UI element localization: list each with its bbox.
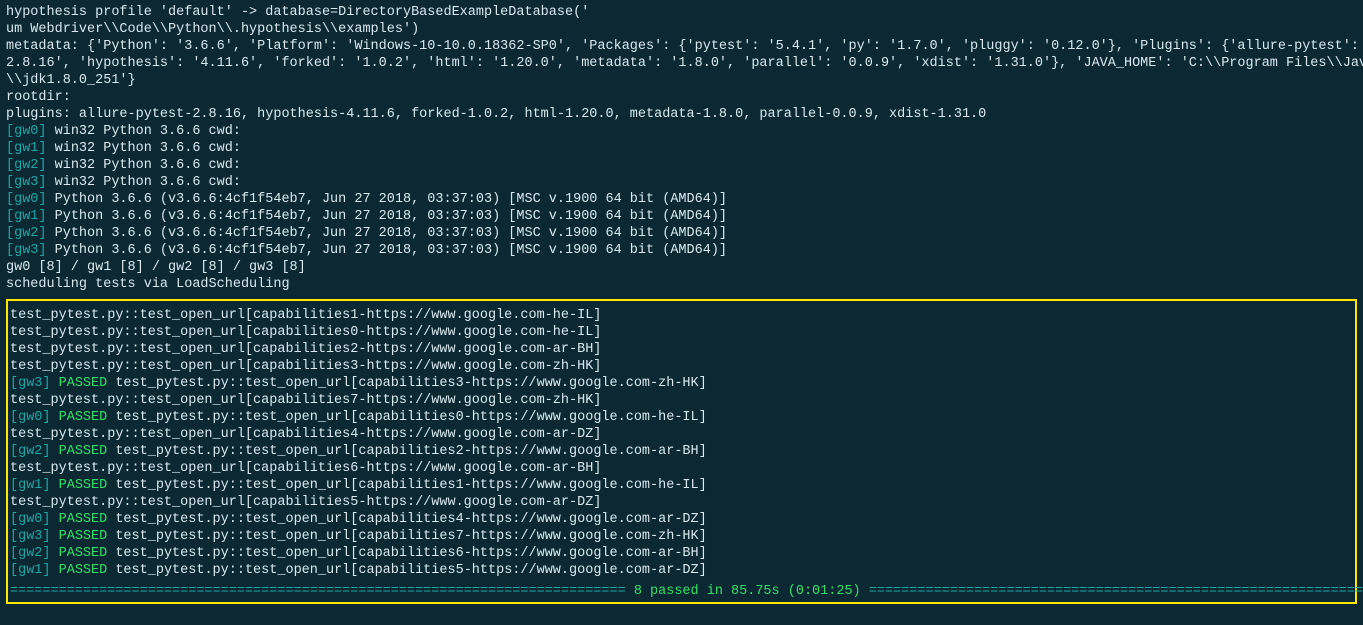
rootdir-line: rootdir:	[6, 89, 1357, 106]
test-path: test_pytest.py::test_open_url[capabiliti…	[107, 478, 707, 493]
test-pass-line: [gw3] PASSED test_pytest.py::test_open_u…	[10, 375, 1353, 392]
status-passed: PASSED	[59, 376, 108, 391]
test-path: test_pytest.py::test_open_url[capabiliti…	[107, 546, 707, 561]
metadata-line-3: \\jdk1.8.0_251'}	[6, 72, 1357, 89]
test-collect-line: test_pytest.py::test_open_url[capabiliti…	[10, 494, 1353, 511]
status-passed: PASSED	[59, 529, 108, 544]
worker-id: [gw3]	[6, 175, 47, 190]
metadata-line-2: 2.8.16', 'hypothesis': '4.11.6', 'forked…	[6, 55, 1357, 72]
worker-python-line: [gw0] Python 3.6.6 (v3.6.6:4cf1f54eb7, J…	[6, 191, 1357, 208]
test-pass-line: [gw2] PASSED test_pytest.py::test_open_u…	[10, 545, 1353, 562]
test-path: test_pytest.py::test_open_url[capabiliti…	[107, 376, 707, 391]
summary-text: 8 passed in 85.75s (0:01:25)	[634, 584, 861, 599]
test-pass-line: [gw3] PASSED test_pytest.py::test_open_u…	[10, 528, 1353, 545]
test-path: test_pytest.py::test_open_url[capabiliti…	[107, 444, 707, 459]
worker-id: [gw1]	[10, 563, 51, 578]
worker-counts: gw0 [8] / gw1 [8] / gw2 [8] / gw3 [8]	[6, 259, 1357, 276]
status-passed: PASSED	[59, 546, 108, 561]
worker-id: [gw0]	[10, 512, 51, 527]
worker-id: [gw3]	[10, 376, 51, 391]
test-path: test_pytest.py::test_open_url[capabiliti…	[107, 410, 707, 425]
worker-python-text: Python 3.6.6 (v3.6.6:4cf1f54eb7, Jun 27 …	[47, 192, 728, 207]
worker-id: [gw1]	[10, 478, 51, 493]
worker-id: [gw1]	[6, 141, 47, 156]
test-pass-line: [gw1] PASSED test_pytest.py::test_open_u…	[10, 562, 1353, 579]
worker-id: [gw3]	[6, 243, 47, 258]
worker-id: [gw0]	[6, 124, 47, 139]
test-collect-line: test_pytest.py::test_open_url[capabiliti…	[10, 460, 1353, 477]
test-collect-line: test_pytest.py::test_open_url[capabiliti…	[10, 341, 1353, 358]
worker-id: [gw0]	[6, 192, 47, 207]
test-collect-line: test_pytest.py::test_open_url[capabiliti…	[10, 426, 1353, 443]
test-pass-line: [gw0] PASSED test_pytest.py::test_open_u…	[10, 409, 1353, 426]
worker-id: [gw1]	[6, 209, 47, 224]
hypothesis-path-line: um Webdriver\\Code\\Python\\.hypothesis\…	[6, 21, 1357, 38]
test-collect-line: test_pytest.py::test_open_url[capabiliti…	[10, 324, 1353, 341]
worker-cwd-text: win32 Python 3.6.6 cwd:	[47, 141, 241, 156]
summary-line: ========================================…	[10, 583, 1353, 600]
test-pass-line: [gw2] PASSED test_pytest.py::test_open_u…	[10, 443, 1353, 460]
summary-eq-right: ========================================…	[861, 584, 1363, 599]
test-path: test_pytest.py::test_open_url[capabiliti…	[107, 512, 707, 527]
summary-eq-left: ========================================…	[10, 584, 634, 599]
worker-id: [gw0]	[10, 410, 51, 425]
worker-id: [gw2]	[6, 158, 47, 173]
test-results-box: test_pytest.py::test_open_url[capabiliti…	[6, 299, 1357, 604]
hypothesis-profile-line: hypothesis profile 'default' -> database…	[6, 4, 1357, 21]
test-collect-line: test_pytest.py::test_open_url[capabiliti…	[10, 307, 1353, 324]
worker-cwd-line: [gw0] win32 Python 3.6.6 cwd:	[6, 123, 1357, 140]
worker-python-block: [gw0] Python 3.6.6 (v3.6.6:4cf1f54eb7, J…	[6, 191, 1357, 259]
worker-cwd-text: win32 Python 3.6.6 cwd:	[47, 124, 241, 139]
worker-cwd-line: [gw2] win32 Python 3.6.6 cwd:	[6, 157, 1357, 174]
worker-id: [gw3]	[10, 529, 51, 544]
worker-cwd-text: win32 Python 3.6.6 cwd:	[47, 175, 241, 190]
test-collect-line: test_pytest.py::test_open_url[capabiliti…	[10, 358, 1353, 375]
scheduling-line: scheduling tests via LoadScheduling	[6, 276, 1357, 293]
worker-python-text: Python 3.6.6 (v3.6.6:4cf1f54eb7, Jun 27 …	[47, 209, 728, 224]
worker-python-line: [gw2] Python 3.6.6 (v3.6.6:4cf1f54eb7, J…	[6, 225, 1357, 242]
test-path: test_pytest.py::test_open_url[capabiliti…	[107, 529, 707, 544]
worker-python-line: [gw3] Python 3.6.6 (v3.6.6:4cf1f54eb7, J…	[6, 242, 1357, 259]
test-pass-line: [gw1] PASSED test_pytest.py::test_open_u…	[10, 477, 1353, 494]
test-lines: test_pytest.py::test_open_url[capabiliti…	[10, 307, 1353, 579]
worker-cwd-block: [gw0] win32 Python 3.6.6 cwd:[gw1] win32…	[6, 123, 1357, 191]
test-collect-line: test_pytest.py::test_open_url[capabiliti…	[10, 392, 1353, 409]
worker-id: [gw2]	[6, 226, 47, 241]
worker-python-text: Python 3.6.6 (v3.6.6:4cf1f54eb7, Jun 27 …	[47, 226, 728, 241]
worker-python-text: Python 3.6.6 (v3.6.6:4cf1f54eb7, Jun 27 …	[47, 243, 728, 258]
status-passed: PASSED	[59, 512, 108, 527]
worker-id: [gw2]	[10, 546, 51, 561]
terminal-output: hypothesis profile 'default' -> database…	[6, 4, 1357, 604]
status-passed: PASSED	[59, 410, 108, 425]
status-passed: PASSED	[59, 444, 108, 459]
worker-cwd-text: win32 Python 3.6.6 cwd:	[47, 158, 241, 173]
status-passed: PASSED	[59, 563, 108, 578]
status-passed: PASSED	[59, 478, 108, 493]
worker-id: [gw2]	[10, 444, 51, 459]
plugins-line: plugins: allure-pytest-2.8.16, hypothesi…	[6, 106, 1357, 123]
metadata-line-1: metadata: {'Python': '3.6.6', 'Platform'…	[6, 38, 1357, 55]
test-path: test_pytest.py::test_open_url[capabiliti…	[107, 563, 707, 578]
worker-cwd-line: [gw3] win32 Python 3.6.6 cwd:	[6, 174, 1357, 191]
test-pass-line: [gw0] PASSED test_pytest.py::test_open_u…	[10, 511, 1353, 528]
worker-python-line: [gw1] Python 3.6.6 (v3.6.6:4cf1f54eb7, J…	[6, 208, 1357, 225]
worker-cwd-line: [gw1] win32 Python 3.6.6 cwd:	[6, 140, 1357, 157]
